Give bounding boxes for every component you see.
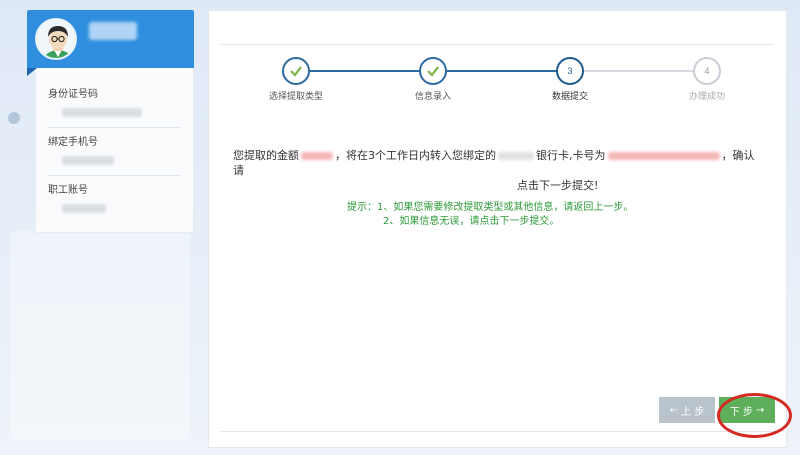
- bottom-divider: [221, 431, 774, 432]
- check-icon: [290, 66, 302, 77]
- divider: [48, 127, 181, 128]
- account-label: 职工账号: [48, 185, 88, 196]
- divider: [48, 175, 181, 176]
- progress-stepper: 选择提取类型 信息录入 3 数据提交 4 办理成功: [251, 57, 741, 107]
- step-2-label: 信息录入: [414, 92, 451, 102]
- user-sidebar: 身份证号码 绑定手机号 职工账号: [27, 10, 194, 233]
- check-icon: [427, 66, 439, 77]
- id-number-value-redacted: [62, 108, 142, 117]
- next-step-label: 下 步: [729, 406, 753, 418]
- previous-step-button[interactable]: ← 上 步: [659, 397, 715, 423]
- step-3: 3 数据提交: [525, 57, 615, 102]
- tip-line-1: 提示：1、如果您需要修改提取类型或其他信息，请返回上一步。: [347, 202, 634, 213]
- phone-value-redacted: [62, 156, 114, 165]
- background-panel: [10, 230, 190, 440]
- next-step-button[interactable]: 下 步 →: [719, 397, 775, 423]
- account-field: 职工账号: [48, 184, 181, 213]
- step-1: 选择提取类型: [251, 57, 341, 102]
- step-1-circle: [282, 57, 310, 85]
- background-dot: [8, 112, 20, 124]
- step-4-label: 办理成功: [688, 92, 725, 102]
- user-info-list: 身份证号码 绑定手机号 职工账号: [35, 68, 194, 233]
- account-value-redacted: [62, 204, 106, 213]
- step-3-number: 3: [567, 66, 573, 76]
- amount-redacted: [301, 152, 333, 160]
- message-card-text: 银行卡,卡号为: [536, 149, 606, 162]
- avatar: [35, 18, 77, 60]
- step-3-label: 数据提交: [551, 92, 588, 102]
- avatar-icon: [37, 20, 75, 58]
- message-amount-prefix: 您提取的金额: [233, 149, 299, 162]
- sidebar-tab-fold: [27, 68, 37, 76]
- card-number-redacted: [607, 152, 720, 160]
- message-transfer-text: ，将在3个工作日内转入您绑定的: [335, 149, 496, 162]
- message-next-text: 点击下一步提交!: [517, 179, 599, 192]
- confirmation-message: 您提取的金额 ，将在3个工作日内转入您绑定的 银行卡,卡号为 ，确认请 点击下一步提交…: [233, 148, 763, 193]
- phone-field: 绑定手机号: [48, 136, 181, 165]
- bank-name-redacted: [498, 152, 534, 160]
- user-header: [27, 10, 194, 68]
- step-4-circle: 4: [693, 57, 721, 85]
- previous-step-label: 上 步: [681, 406, 705, 418]
- main-panel: 选择提取类型 信息录入 3 数据提交 4 办理成功 您提取的金额 ，将在3个工作日…: [208, 10, 787, 448]
- step-2-circle: [419, 57, 447, 85]
- arrow-left-icon: ←: [669, 404, 679, 416]
- top-divider: [221, 44, 774, 45]
- tips-block: 提示：1、如果您需要修改提取类型或其他信息，请返回上一步。 2、如果信息无误，请…: [347, 201, 633, 229]
- tip-line-2: 2、如果信息无误，请点击下一步提交。: [383, 216, 560, 227]
- step-1-label: 选择提取类型: [268, 92, 323, 102]
- step-4-number: 4: [704, 66, 710, 76]
- step-4: 4 办理成功: [662, 57, 752, 102]
- step-2: 信息录入: [388, 57, 478, 102]
- id-number-field: 身份证号码: [48, 88, 181, 117]
- user-name-redacted: [89, 22, 137, 40]
- phone-label: 绑定手机号: [48, 137, 98, 148]
- arrow-right-icon: →: [755, 404, 765, 416]
- id-number-label: 身份证号码: [48, 89, 98, 100]
- step-3-circle: 3: [556, 57, 584, 85]
